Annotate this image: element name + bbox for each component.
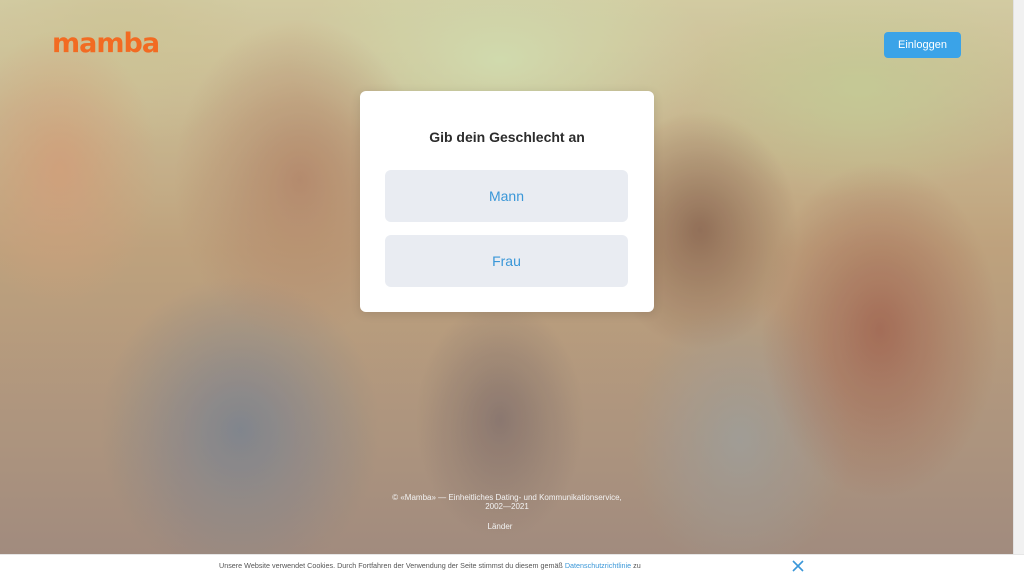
cookie-banner: Unsere Website verwendet Cookies. Durch … xyxy=(0,554,1024,576)
footer-copyright: © «Mamba» — Einheitliches Dating- und Ko… xyxy=(392,493,622,511)
privacy-policy-link[interactable]: Datenschutzrichtlinie xyxy=(565,561,631,570)
footer-countries-link[interactable]: Länder xyxy=(470,522,530,531)
footer-copyright-line1: © «Mamba» — Einheitliches Dating- und Ko… xyxy=(392,493,622,502)
gender-selection-card: Gib dein Geschlecht an Mann Frau xyxy=(360,91,654,312)
cookie-message: Unsere Website verwendet Cookies. Durch … xyxy=(219,561,563,570)
footer-copyright-line2: 2002—2021 xyxy=(485,502,529,511)
page: mamba Einloggen Gib dein Geschlecht an M… xyxy=(0,0,1024,576)
mamba-logo[interactable]: mamba xyxy=(52,27,160,61)
gender-option-mann[interactable]: Mann xyxy=(385,170,628,222)
gender-option-frau[interactable]: Frau xyxy=(385,235,628,287)
cookie-message-end: zu xyxy=(633,561,641,570)
cookie-banner-text: Unsere Website verwendet Cookies. Durch … xyxy=(219,561,641,570)
login-button[interactable]: Einloggen xyxy=(884,32,961,58)
card-title: Gib dein Geschlecht an xyxy=(429,129,585,145)
close-icon[interactable] xyxy=(791,559,805,573)
page-scrollbar[interactable] xyxy=(1013,0,1024,554)
